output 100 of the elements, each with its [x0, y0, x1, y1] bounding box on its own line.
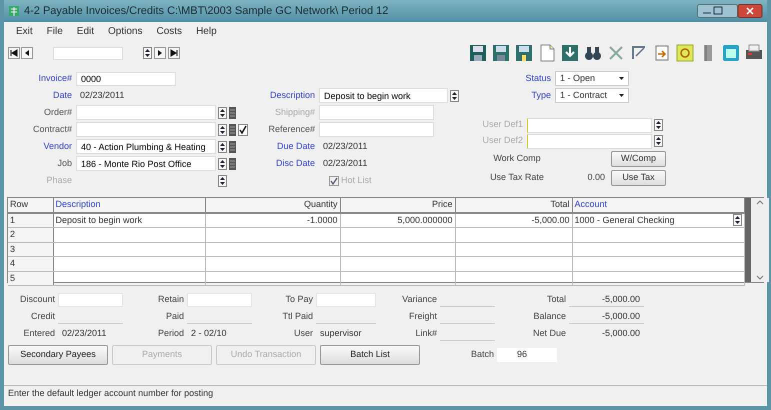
lookup-arrow-icon[interactable]	[654, 119, 663, 131]
list-icon[interactable]	[229, 140, 236, 152]
previous-record-icon[interactable]	[21, 47, 33, 59]
input-field[interactable]	[527, 118, 652, 132]
caret-icon	[619, 77, 624, 80]
lookup-arrow-icon[interactable]	[732, 214, 742, 226]
field-value: -5,000.00	[569, 292, 644, 306]
field-value: 02/23/2011	[322, 156, 368, 170]
field-label: Shipping#	[274, 106, 316, 119]
app-icon	[8, 5, 20, 17]
list-icon[interactable]	[229, 158, 236, 170]
action-button[interactable]: Batch List	[320, 345, 420, 365]
download-icon[interactable]	[561, 44, 579, 62]
field-label: Link#	[414, 326, 438, 340]
list-icon[interactable]	[229, 106, 236, 118]
input-field[interactable]: 40 - Action Plumbing & Heating	[76, 139, 216, 154]
printer-icon[interactable]	[745, 44, 763, 62]
dropdown[interactable]: 1 - Open	[555, 71, 629, 86]
field-label: User Def2	[481, 134, 524, 148]
lookup-arrow-icon[interactable]	[218, 106, 227, 118]
menu-item[interactable]: Options	[108, 24, 142, 38]
field-label: Balance	[532, 310, 567, 323]
column-header: Account	[572, 198, 744, 212]
field-label: User Def1	[481, 118, 524, 132]
lookup-arrow-icon[interactable]	[218, 140, 227, 152]
table-cell: 1000 - General Checking	[574, 214, 675, 227]
column-header: Description	[53, 198, 205, 212]
action-button[interactable]: Use Tax	[611, 170, 666, 186]
input-field[interactable]	[319, 105, 434, 120]
table-cell: Deposit to begin work	[53, 212, 205, 228]
input-field[interactable]	[76, 105, 216, 120]
list-icon[interactable]	[229, 124, 236, 136]
field-label: Work Comp	[492, 152, 542, 165]
menu-item[interactable]: Edit	[76, 24, 94, 38]
field-label: Batch	[470, 348, 495, 362]
input-field[interactable]	[527, 134, 652, 148]
action-button[interactable]: Secondary Payees	[8, 345, 108, 365]
field-label: Discount	[18, 292, 56, 306]
field-label: Job	[56, 156, 73, 170]
save-icon[interactable]	[515, 44, 533, 62]
last-record-icon[interactable]	[168, 47, 180, 59]
field-label: Credit	[30, 310, 56, 323]
input-field[interactable]	[319, 122, 434, 137]
field-label: To Pay	[284, 292, 314, 306]
table-cell: 5	[8, 271, 53, 286]
field-label: Invoice#	[37, 72, 73, 85]
menu-item[interactable]: Help	[196, 24, 217, 38]
window-controls-icon[interactable]	[697, 3, 763, 19]
field-label: Reference#	[267, 122, 316, 136]
scrollbar-icon[interactable]	[750, 198, 768, 282]
save-icon[interactable]	[492, 44, 510, 62]
table-cell: 5,000.000000	[340, 212, 455, 228]
lookup-arrow-icon[interactable]	[143, 47, 152, 59]
first-record-icon[interactable]	[8, 47, 20, 59]
lookup-arrow-icon[interactable]	[450, 90, 459, 102]
field-label: Due Date	[276, 140, 316, 153]
save-icon[interactable]	[469, 44, 487, 62]
field-label: Net Due	[532, 326, 567, 340]
document-icon[interactable]	[538, 44, 556, 62]
action-button[interactable]: W/Comp	[611, 150, 666, 166]
field-value: 02/23/2011	[322, 140, 368, 153]
menu-item[interactable]: Exit	[16, 24, 33, 38]
field-label: Contract#	[32, 122, 73, 136]
field-value: -5,000.00	[569, 310, 644, 324]
field-label: Freight	[408, 310, 438, 323]
field-value: 0.00	[586, 170, 606, 184]
binoculars-icon[interactable]	[584, 44, 602, 62]
checkmark-icon[interactable]	[238, 124, 248, 136]
field-value: 96	[497, 348, 557, 362]
input-field[interactable]: 0000	[76, 72, 176, 86]
table-cell: -5,000.00	[455, 212, 572, 228]
lookup-arrow-icon[interactable]	[218, 158, 227, 170]
input-field[interactable]	[76, 122, 216, 137]
field-label: User	[292, 326, 314, 340]
field-label: Description	[268, 88, 316, 102]
input-field[interactable]	[187, 292, 252, 306]
dropdown[interactable]: 1 - Contract	[555, 88, 629, 103]
menu-item[interactable]: File	[46, 24, 63, 38]
caret-icon	[619, 94, 624, 97]
input-field[interactable]: Deposit to begin work	[319, 88, 448, 103]
input-field[interactable]	[58, 292, 123, 306]
table-cell: 2	[8, 228, 53, 242]
menu-item[interactable]: Costs	[156, 24, 182, 38]
field-label: Variance	[401, 292, 438, 306]
lookup-arrow-icon[interactable]	[218, 124, 227, 136]
record-field[interactable]	[53, 46, 123, 60]
input-field[interactable]	[316, 292, 376, 306]
field-label: Order#	[42, 106, 73, 119]
window-title: 4-2 Payable Invoices/Credits C:\MBT\2003 Sample GC Network\ Period 12	[24, 4, 388, 19]
next-record-icon[interactable]	[154, 47, 166, 59]
field-label: Status	[524, 72, 552, 85]
field-label: Ttl Paid	[281, 310, 314, 323]
field-value: supervisor	[319, 326, 363, 340]
field-label: Use Tax Rate	[489, 170, 545, 184]
lookup-arrow-icon[interactable]	[654, 135, 663, 147]
window-icon[interactable]	[722, 44, 740, 62]
field-label: Entered	[22, 326, 56, 340]
table-cell: 3	[8, 242, 53, 256]
input-field[interactable]: 186 - Monte Rio Post Office	[76, 156, 216, 171]
corner-icon[interactable]	[630, 44, 648, 62]
